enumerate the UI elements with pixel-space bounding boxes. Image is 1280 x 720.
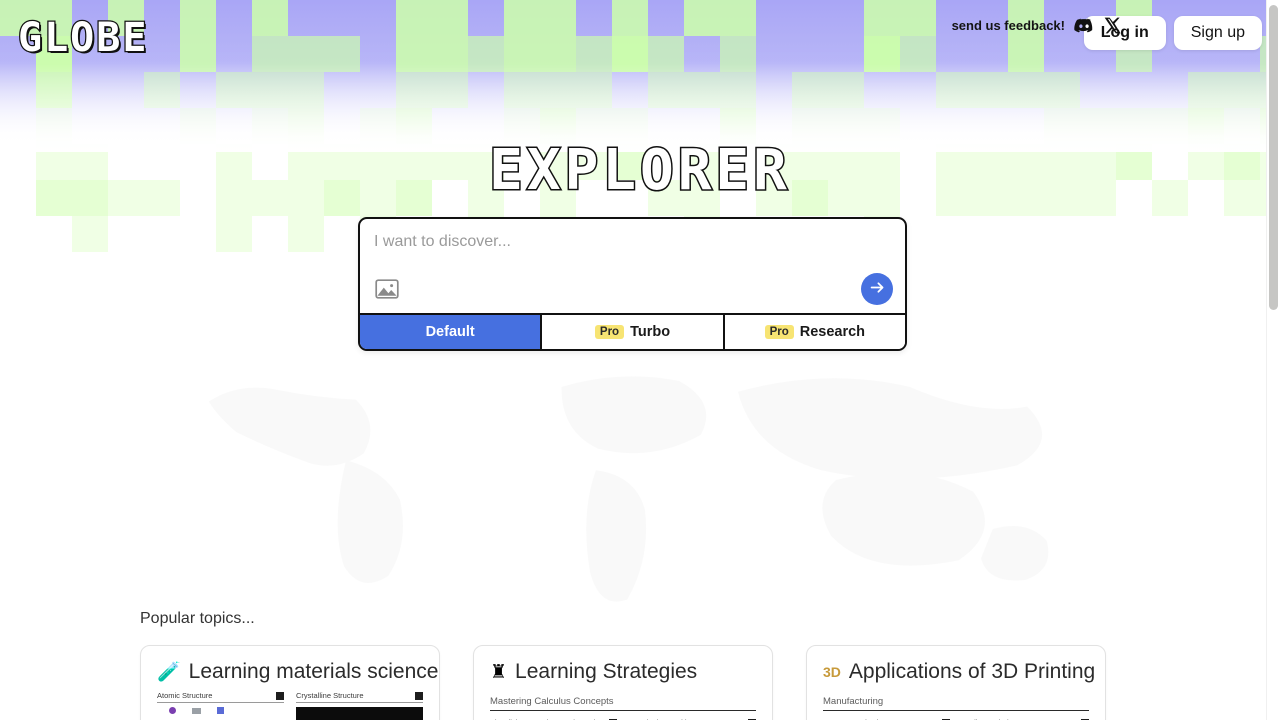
popular-topics-list: 🧪 Learning materials science Atomic Stru… [140,645,1106,720]
tab-turbo[interactable]: Pro Turbo [542,315,725,349]
card-subtitle: Manufacturing [823,696,1089,711]
background-pixel [432,72,468,108]
background-pixel [612,36,648,72]
submit-button[interactable] [861,273,893,305]
expand-icon [276,691,284,700]
feedback-group: send us feedback! [952,16,1122,35]
topic-card[interactable]: 🧪 Learning materials science Atomic Stru… [140,645,440,720]
background-pixel [576,72,612,108]
background-pixel [720,0,756,36]
background-pixel [324,36,360,72]
background-pixel [288,72,324,144]
background-pixel [216,72,252,108]
background-pixel [1008,72,1044,108]
popular-topics-label: Popular topics... [140,610,255,627]
card-header: 🧪 Learning materials science [157,660,438,684]
preview-heading-label: Crystalline Structure [296,691,364,700]
test-tube-icon: 🧪 [157,661,181,683]
background-pixel [540,0,576,72]
preview-heading: Atomic Structure [157,691,284,703]
card-subtitle: Mastering Calculus Concepts [490,696,756,711]
card-title: Learning Strategies [515,660,698,683]
page-root: GLOBE send us feedback! Log in Sign up E… [0,0,1280,720]
background-pixel [1224,72,1260,108]
background-pixel [828,72,864,108]
background-pixel [180,0,216,72]
background-pixel [468,36,504,72]
background-pixel [864,36,900,72]
pro-badge: Pro [764,325,794,339]
app-logo[interactable]: GLOBE [17,17,148,60]
tab-default-label: Default [425,324,475,340]
card-header: ♜ Learning Strategies [490,660,756,684]
preview-thumbnail [296,707,423,720]
dot-icon [217,707,224,714]
background-pixel [684,0,720,36]
background-pixel [252,0,288,36]
preview-heading: Crystalline Structure [296,691,423,703]
background-pixel [504,0,540,72]
page-title: EXPLORER [488,137,791,205]
background-pixel [972,72,1008,108]
expand-icon [415,691,423,700]
feedback-label[interactable]: send us feedback! [952,18,1065,33]
header-links: send us feedback! [952,16,1262,35]
topic-card[interactable]: ♜ Learning Strategies Mastering Calculus… [473,645,773,720]
card-preview-column: Atomic Structure [157,691,284,720]
tab-research-label: Research [799,324,866,340]
background-pixel [36,72,72,108]
dot-icon [169,707,176,714]
chess-piece-icon: ♜ [490,661,508,683]
background-pixel [936,72,972,108]
search-body [360,219,905,313]
twitter-x-icon[interactable] [1103,16,1122,35]
background-pixel [900,36,936,72]
background-pixel [792,72,828,108]
background-pixel [684,72,720,108]
tab-turbo-label: Turbo [630,324,671,340]
search-panel: Default Pro Turbo Pro Research [358,217,907,351]
world-map-watermark [150,330,1130,630]
preview-dots [157,707,284,714]
card-preview: Atomic Structure Crystalline Structure [157,691,423,720]
card-preview-column: Crystalline Structure [296,691,423,720]
background-pixel [288,36,324,72]
background-pixel [432,0,468,72]
three-d-icon: 3D [823,664,841,680]
background-pixel [720,36,756,72]
background-pixel [576,36,612,72]
background-pixel [1008,0,1044,72]
card-title: Applications of 3D Printing [848,660,1096,683]
background-pixel [396,0,432,72]
pro-badge: Pro [594,325,625,339]
topic-card[interactable]: 3D Applications of 3D Printing Manufactu… [806,645,1106,720]
background-pixel [648,36,684,72]
search-tools [374,273,893,305]
background-pixel [1044,72,1080,108]
discord-icon[interactable] [1074,18,1094,34]
scrollbar-thumb[interactable] [1269,5,1278,310]
card-title: Learning materials science [188,660,439,683]
image-icon[interactable] [374,276,400,302]
background-pixel [144,72,180,108]
preview-heading-label: Atomic Structure [157,691,213,700]
tab-research[interactable]: Pro Research [724,315,905,349]
dot-icon [192,707,201,714]
background-pixel [900,0,936,36]
background-pixel [252,36,288,72]
search-input[interactable] [374,233,891,251]
arrow-right-icon [869,279,886,299]
card-header: 3D Applications of 3D Printing [823,660,1095,684]
tab-default[interactable]: Default [360,315,543,349]
background-pixel [252,72,288,108]
background-pixel [648,72,684,108]
mode-tabs: Default Pro Turbo Pro Research [360,313,905,349]
background-pixel [504,72,540,108]
